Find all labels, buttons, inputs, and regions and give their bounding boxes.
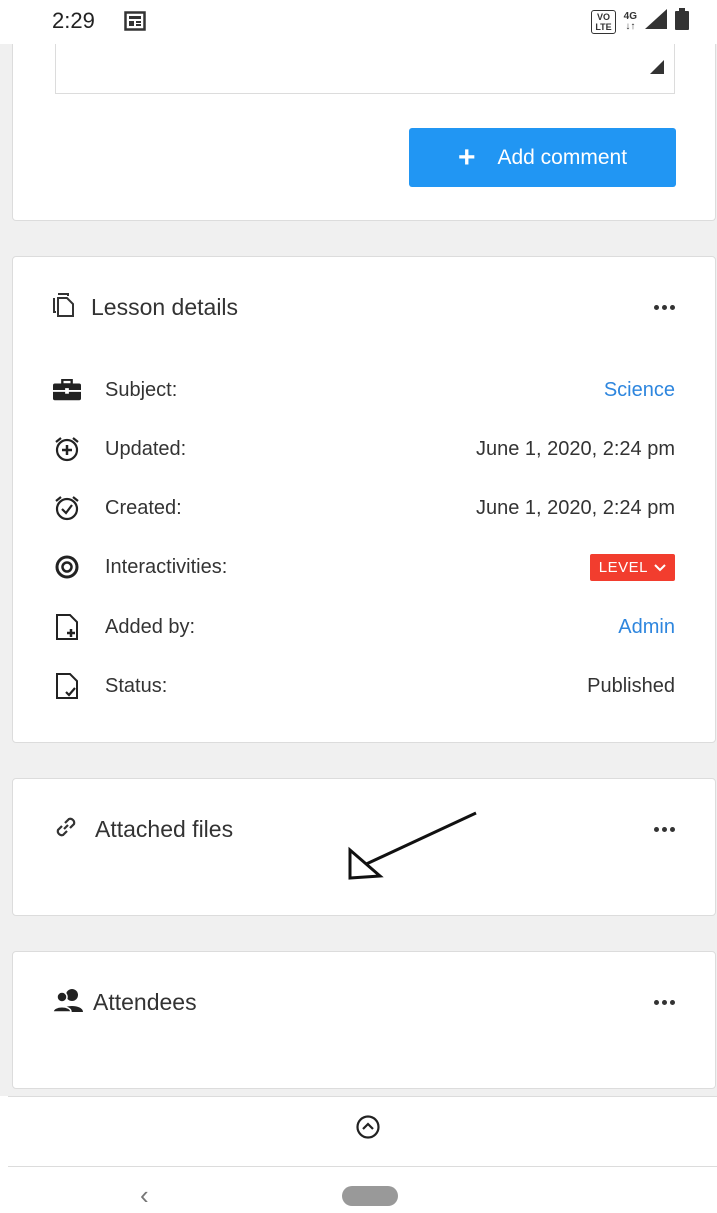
subject-link[interactable]: Science xyxy=(604,379,675,402)
copy-icon xyxy=(53,292,75,322)
nav-back-icon[interactable]: ‹ xyxy=(140,1180,149,1211)
status-bar: 2:29 VO LTE 4G ↓↑ xyxy=(0,0,717,44)
chevron-down-icon xyxy=(654,559,666,576)
detail-row-updated: Updated: June 1, 2020, 2:24 pm xyxy=(53,431,675,467)
detail-row-interactivities: Interactivities: LEVEL xyxy=(53,549,675,585)
scroll-to-top-icon[interactable] xyxy=(355,1114,381,1145)
annotation-arrow-icon xyxy=(348,811,477,880)
file-plus-icon xyxy=(53,613,81,641)
signal-icon xyxy=(645,9,667,34)
plus-icon: + xyxy=(457,140,476,174)
lesson-details-card: Lesson details Subject: Science Updated:… xyxy=(12,256,716,743)
attendees-header: Attendees xyxy=(52,982,675,1022)
more-options-icon[interactable] xyxy=(654,826,675,832)
status-label: Status: xyxy=(105,674,168,697)
lesson-details-title: Lesson details xyxy=(91,293,239,320)
alarm-plus-icon xyxy=(53,435,81,463)
status-time: 2:29 xyxy=(52,8,95,33)
divider xyxy=(8,1166,717,1167)
add-comment-label: Add comment xyxy=(497,145,628,169)
more-options-icon[interactable] xyxy=(654,999,675,1005)
add-comment-button[interactable]: + Add comment xyxy=(409,128,676,187)
link-icon xyxy=(53,814,79,845)
news-notification-icon xyxy=(124,11,146,36)
interactivities-label: Interactivities: xyxy=(105,555,228,578)
created-label: Created: xyxy=(105,496,182,519)
briefcase-icon xyxy=(53,376,81,404)
status-value: Published xyxy=(587,674,675,697)
detail-row-status: Status: Published xyxy=(53,668,675,704)
updated-label: Updated: xyxy=(105,437,187,460)
attached-files-title: Attached files xyxy=(95,815,234,842)
detail-row-created: Created: June 1, 2020, 2:24 pm xyxy=(53,490,675,526)
added-by-label: Added by: xyxy=(105,615,196,638)
level-dropdown[interactable]: LEVEL xyxy=(589,553,675,581)
divider xyxy=(8,1096,717,1097)
target-icon xyxy=(53,553,81,581)
bottom-bar: ‹ xyxy=(0,1096,717,1213)
attendees-title: Attendees xyxy=(93,988,197,1015)
users-icon xyxy=(52,988,83,1017)
battery-icon xyxy=(675,8,689,35)
network-4g-indicator: 4G ↓↑ xyxy=(623,10,637,32)
added-by-link[interactable]: Admin xyxy=(618,616,675,639)
subject-label: Subject: xyxy=(105,378,178,401)
created-value: June 1, 2020, 2:24 pm xyxy=(475,496,675,519)
lesson-details-header: Lesson details xyxy=(53,287,675,327)
level-badge-label: LEVEL xyxy=(598,558,648,576)
attendees-card: Attendees xyxy=(12,951,716,1089)
updated-value: June 1, 2020, 2:24 pm xyxy=(475,437,675,460)
comment-textarea[interactable] xyxy=(55,44,675,94)
volte-indicator: VO LTE xyxy=(591,9,616,34)
detail-row-added-by: Added by: Admin xyxy=(53,609,675,645)
more-options-icon[interactable] xyxy=(654,304,675,310)
nav-home-pill[interactable] xyxy=(342,1186,398,1206)
resize-handle-icon[interactable] xyxy=(650,60,664,79)
status-icons: VO LTE 4G ↓↑ xyxy=(591,8,689,35)
detail-row-subject: Subject: Science xyxy=(53,372,675,408)
comment-card: + Add comment xyxy=(12,30,716,221)
file-check-icon xyxy=(53,672,81,700)
alarm-check-icon xyxy=(53,494,81,522)
